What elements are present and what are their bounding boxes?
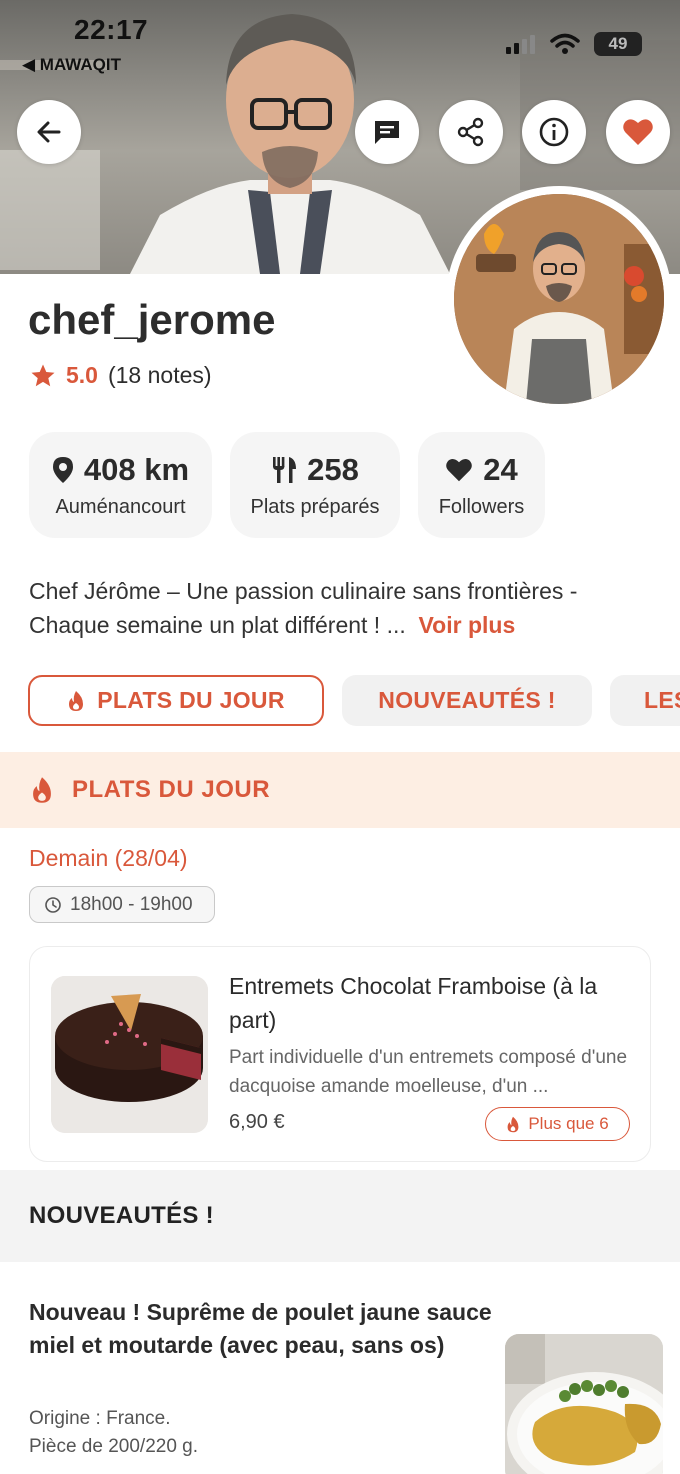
dish-name: Entremets Chocolat Framboise (à la part)	[229, 973, 598, 1033]
location-pin-icon	[52, 457, 73, 483]
stat-dishes-value: 258	[307, 452, 359, 487]
stat-distance-value: 408 km	[83, 452, 190, 487]
arrow-left-icon	[37, 121, 61, 143]
bio: Chef Jérôme – Une passion culinaire sans…	[29, 574, 649, 642]
clock-icon	[45, 896, 61, 913]
new-dish-name[interactable]: Nouveau ! Suprême de poulet jaune sauce …	[29, 1296, 499, 1362]
wifi-icon	[550, 33, 580, 54]
time-slot-chip: 18h00 - 19h00	[29, 886, 215, 923]
stat-dishes-label: Plats préparés	[250, 496, 380, 518]
share-button[interactable]	[439, 100, 503, 164]
nouveautes-title: NOUVEAUTÉS !	[29, 1202, 214, 1229]
new-dish-origin: Origine : France.	[29, 1408, 171, 1429]
stat-followers-label: Followers	[438, 496, 525, 518]
heart-icon	[623, 119, 653, 145]
flame-icon	[33, 777, 51, 803]
stat-followers-value: 24	[483, 452, 518, 487]
stat-distance: 408 km Auménancourt	[29, 432, 212, 538]
rating[interactable]: 5.0 (18 notes)	[30, 362, 212, 389]
stat-followers[interactable]: 24 Followers	[418, 432, 545, 538]
flame-icon	[507, 1116, 519, 1132]
stat-distance-label: Auménancourt	[55, 496, 186, 518]
dish-thumbnail	[51, 976, 208, 1133]
cake-image	[51, 976, 208, 1133]
avatar-image	[454, 194, 664, 404]
chat-bubble-icon	[375, 121, 399, 144]
back-to-app-link[interactable]: ◀ MAWAQIT	[22, 55, 121, 75]
fork-knife-icon	[273, 457, 297, 483]
heart-icon	[446, 459, 473, 482]
info-icon	[539, 117, 569, 147]
kitchen-counter	[0, 150, 100, 270]
dish-description: Part individuelle d'un entremets composé…	[229, 1047, 628, 1097]
rating-count: (18 notes)	[107, 362, 212, 388]
status-icons: 49	[506, 32, 642, 56]
star-icon	[31, 364, 55, 386]
back-button[interactable]	[17, 100, 81, 164]
status-time: 22:17	[74, 14, 149, 45]
nouveautes-header: NOUVEAUTÉS !	[0, 1170, 680, 1262]
service-date: Demain (28/04)	[29, 845, 188, 871]
new-dish-thumbnail[interactable]	[505, 1334, 663, 1474]
share-icon	[457, 117, 484, 147]
chef-avatar[interactable]	[446, 186, 672, 412]
flame-icon	[69, 690, 84, 711]
dish-card[interactable]: Entremets Chocolat Framboise (à la part)…	[29, 946, 651, 1162]
stock-badge-text: Plus que 6	[528, 1114, 609, 1133]
dish-price: 6,90 €	[229, 1111, 285, 1133]
tab-les-label: LES	[644, 687, 680, 713]
section-title: PLATS DU JOUR	[72, 776, 271, 803]
signal-icon	[506, 35, 535, 54]
tab-plats-du-jour[interactable]: PLATS DU JOUR	[28, 675, 324, 726]
stock-badge: Plus que 6	[485, 1107, 630, 1141]
battery-indicator: 49	[594, 32, 642, 56]
favorite-button[interactable]	[606, 100, 670, 164]
info-button[interactable]	[522, 100, 586, 164]
time-slot-text: 18h00 - 19h00	[70, 893, 193, 915]
new-dish-weight: Pièce de 200/220 g.	[29, 1436, 199, 1457]
new-dish-description: Origine : France. Pièce de 200/220 g.	[29, 1405, 489, 1461]
plats-du-jour-header: PLATS DU JOUR	[0, 752, 680, 828]
tab-nouveautes[interactable]: NOUVEAUTÉS !	[342, 675, 592, 726]
message-button[interactable]	[355, 100, 419, 164]
tab-nouveautes-label: NOUVEAUTÉS !	[378, 687, 556, 713]
chef-illustration	[454, 194, 664, 404]
tab-les[interactable]: LES	[610, 675, 680, 726]
see-more-link[interactable]: Voir plus	[419, 612, 516, 638]
tab-plats-du-jour-label: PLATS DU JOUR	[97, 687, 285, 713]
rating-score: 5.0	[66, 362, 98, 388]
chicken-dish-image	[505, 1334, 663, 1474]
username: chef_jerome	[28, 296, 276, 343]
stat-dishes: 258 Plats préparés	[230, 432, 400, 538]
